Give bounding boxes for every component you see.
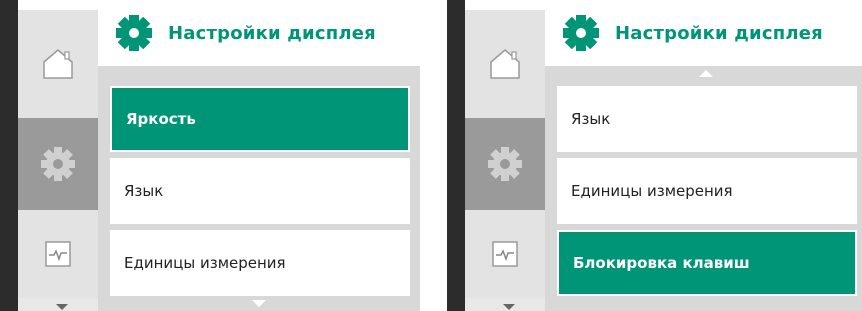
menu-item-units[interactable]: Единицы измерения [557,158,857,224]
gear-icon [116,15,152,51]
scroll-up-icon[interactable] [699,70,713,77]
menu-item-language[interactable]: Язык [557,86,857,152]
display-settings-screen-2: Настройки дисплея Язык Единицы измерения… [447,0,862,311]
nav-home[interactable] [18,10,98,118]
nav-home[interactable] [465,10,545,118]
menu-item-label: Блокировка клавиш [573,254,750,272]
gear-icon [563,15,599,51]
page-title: Настройки дисплея [168,22,376,44]
nav-diagnostics[interactable] [18,210,98,298]
menu-item-label: Язык [124,182,164,200]
nav-settings[interactable] [18,118,98,210]
nav-diagnostics[interactable] [465,210,545,298]
home-icon [43,49,73,79]
page-title: Настройки дисплея [615,22,823,44]
gear-icon [488,147,522,181]
gear-icon [41,147,75,181]
home-icon [490,49,520,79]
menu-item-language[interactable]: Язык [110,158,410,224]
menu-item-label: Язык [571,110,611,128]
device-bezel [0,0,18,311]
menu-item-label: Единицы измерения [124,254,286,272]
nav-scroll-down-icon[interactable] [56,304,68,310]
menu-item-brightness[interactable]: Яркость [110,86,410,152]
menu-item-label: Яркость [126,110,196,128]
scroll-down-icon[interactable] [252,300,266,307]
side-navigation [18,0,98,311]
screen-header: Настройки дисплея [545,0,862,66]
diagnostics-icon [45,241,71,267]
menu-item-units[interactable]: Единицы измерения [110,230,410,296]
diagnostics-icon [492,241,518,267]
display-settings-screen-1: Настройки дисплея Яркость Язык Единицы и… [0,0,420,311]
menu-list: Язык Единицы измерения Блокировка клавиш [545,66,862,311]
device-bezel [447,0,465,311]
side-navigation [465,0,545,311]
nav-settings[interactable] [465,118,545,210]
menu-item-label: Единицы измерения [571,182,733,200]
nav-scroll-down-icon[interactable] [503,304,515,310]
menu-list: Яркость Язык Единицы измерения [98,66,420,311]
screen-header: Настройки дисплея [98,0,420,66]
menu-item-key-lock[interactable]: Блокировка клавиш [557,230,857,296]
